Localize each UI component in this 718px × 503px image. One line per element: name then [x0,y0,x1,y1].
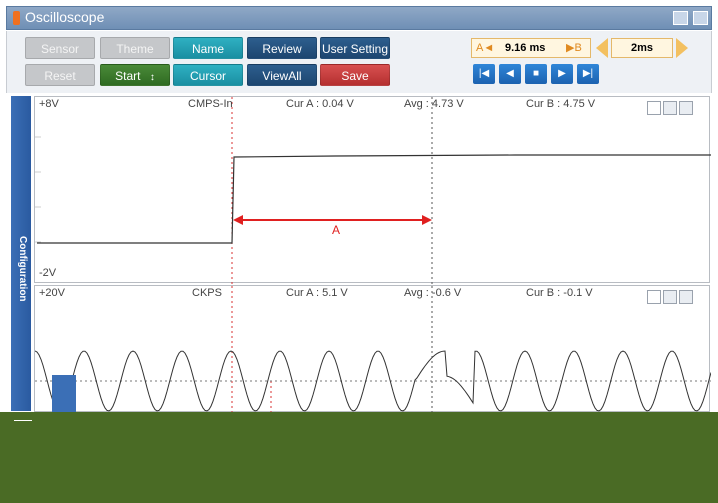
bottom-panel [0,412,718,503]
last-frame-icon[interactable]: ▶| [577,64,599,84]
cursor-a-marker: A◄ [476,42,495,54]
toolbar: Sensor Theme Name Review User Setting Re… [6,31,712,93]
window-title: Oscilloscope [25,9,105,25]
viewall-button[interactable]: ViewAll [247,64,317,86]
ch2-top-range: +20V [39,287,65,299]
first-frame-icon[interactable]: |◀ [473,64,495,84]
ch1-top-range: +8V [39,98,59,110]
stop-icon[interactable]: ■ [525,64,547,84]
start-label: Start [115,69,141,83]
review-button[interactable]: Review [247,37,317,59]
ch2-checkbox[interactable] [647,290,661,304]
scroll-thumb[interactable] [52,375,76,412]
time-scale-value: 2ms [611,38,673,58]
user-setting-button[interactable]: User Setting [320,37,390,59]
channel-2-panel[interactable]: +20V CKPS Cur A : 5.1 V Avg : -0.6 V Cur… [34,285,711,413]
channel-2-waveform [35,286,711,413]
configuration-tab[interactable]: Configuration [11,96,31,411]
cursor-delta-readout: A◄ 9.16 ms ▶B [471,38,591,58]
cursor-delta-value: 9.16 ms [505,42,546,54]
ch1-close-icon[interactable] [679,101,693,115]
start-updown-icon: ↕ [149,72,155,83]
scale-increase-icon[interactable] [676,38,688,58]
sensor-button[interactable]: Sensor [25,37,95,59]
start-button[interactable]: Start ↕ [100,64,170,86]
ch1-cur-b: Cur B : 4.75 V [526,98,596,110]
ch1-name: CMPS-In [188,98,233,110]
name-button[interactable]: Name [173,37,243,59]
ch2-cur-b: Cur B : -0.1 V [526,287,593,299]
ch1-add-icon[interactable] [663,101,677,115]
app-logo-icon [13,11,20,25]
cursor-b-marker: ▶B [566,42,582,54]
ch1-checkbox[interactable] [647,101,661,115]
cursor-a-label: A [332,223,341,237]
ch2-close-icon[interactable] [679,290,693,304]
ch2-cur-a: Cur A : 5.1 V [286,287,348,299]
ch2-avg: Avg : -0.6 V [404,287,462,299]
dash-mark [14,420,32,421]
ch1-bottom-range: -2V [39,267,57,279]
ch1-cur-a: Cur A : 0.04 V [286,98,354,110]
previous-frame-icon[interactable]: ◀ [499,64,521,84]
next-frame-icon[interactable]: ▶ [551,64,573,84]
theme-button[interactable]: Theme [100,37,170,59]
configuration-label: Configuration [17,236,28,302]
ch1-avg: Avg : 4.73 V [404,98,464,110]
channel-1-panel[interactable]: +8V -2V CMPS-In Cur A : 0.04 V Avg : 4.7… [34,96,711,284]
save-button[interactable]: Save [320,64,390,86]
restore-window-icon[interactable] [673,11,688,25]
scale-decrease-icon[interactable] [596,38,608,58]
title-bar: Oscilloscope [6,6,712,30]
cursor-button[interactable]: Cursor [173,64,243,86]
reset-button[interactable]: Reset [25,64,95,86]
ch2-add-icon[interactable] [663,290,677,304]
channel-1-waveform [35,97,711,284]
ch2-name: CKPS [192,287,222,299]
menu-icon[interactable] [693,11,708,25]
